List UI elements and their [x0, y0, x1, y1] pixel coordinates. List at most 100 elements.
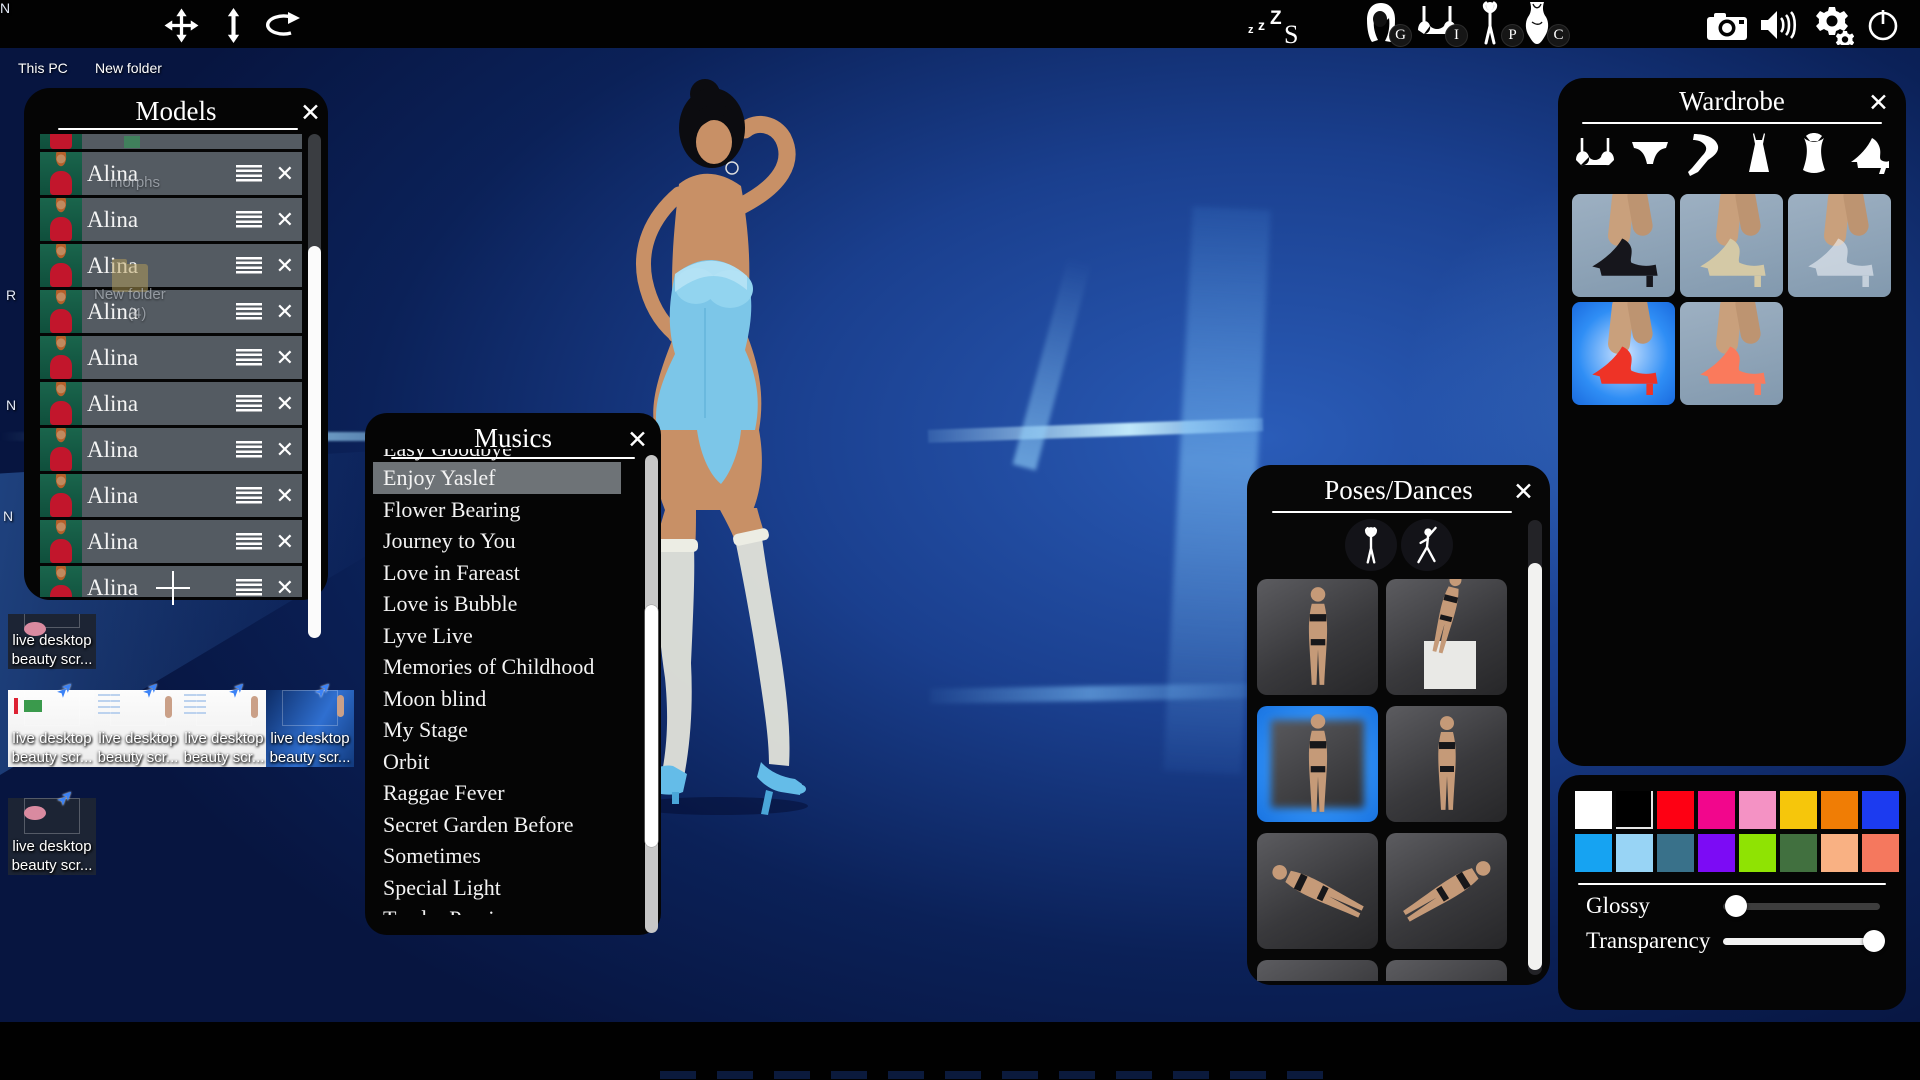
color-swatch[interactable] — [1862, 834, 1899, 872]
color-swatch[interactable] — [1739, 834, 1776, 872]
desktop-shortcut[interactable]: ➤➤ live desktopbeauty scr... — [180, 690, 268, 767]
music-track[interactable]: Flower Bearing — [373, 494, 621, 526]
pose-thumbnail[interactable] — [1386, 579, 1507, 695]
model-remove-icon[interactable]: ✕ — [276, 575, 294, 598]
shoe-thumbnail[interactable] — [1680, 302, 1783, 405]
color-swatch[interactable] — [1780, 791, 1817, 829]
color-swatch[interactable] — [1616, 791, 1653, 829]
volume-icon[interactable] — [1760, 9, 1798, 46]
musics-close-button[interactable]: ✕ — [627, 427, 648, 452]
color-swatch[interactable] — [1821, 834, 1858, 872]
color-swatch[interactable] — [1780, 834, 1817, 872]
model-remove-icon[interactable]: ✕ — [276, 437, 294, 463]
model-row[interactable]: Alina ✕ — [40, 428, 302, 471]
color-swatch[interactable] — [1698, 791, 1735, 829]
desktop-shortcut[interactable]: ➤➤ live desktopbeauty scr... — [94, 690, 182, 767]
music-track[interactable]: Lyve Live — [373, 620, 621, 652]
shoe-thumbnail[interactable] — [1572, 194, 1675, 297]
dances-tab[interactable] — [1401, 519, 1453, 571]
model-menu-icon[interactable] — [236, 441, 262, 459]
music-track[interactable]: Raggae Fever — [373, 777, 621, 809]
body-panel-button[interactable]: C — [1516, 0, 1568, 48]
music-track[interactable]: Special Light — [373, 872, 621, 904]
model-remove-icon[interactable]: ✕ — [276, 299, 294, 325]
camera-icon[interactable] — [1706, 13, 1748, 46]
panties-category-icon[interactable] — [1627, 130, 1673, 178]
color-swatch[interactable] — [1657, 834, 1694, 872]
pose-thumbnail[interactable] — [1257, 960, 1378, 981]
poses-panel-button[interactable]: P — [1470, 0, 1522, 48]
corset-category-icon[interactable] — [1791, 130, 1837, 178]
pose-thumbnail[interactable] — [1386, 833, 1507, 949]
shoe-thumbnail[interactable] — [1572, 302, 1675, 405]
poses-tab[interactable] — [1345, 519, 1397, 571]
desktop-label-this-pc[interactable]: This PC — [18, 60, 68, 76]
music-track[interactable]: Moon blind — [373, 683, 621, 715]
transparency-slider[interactable] — [1723, 938, 1880, 945]
model-remove-icon[interactable]: ✕ — [276, 207, 294, 233]
models-close-button[interactable]: ✕ — [300, 100, 321, 125]
pose-thumbnail[interactable] — [1257, 706, 1378, 822]
music-track[interactable]: Love is Bubble — [373, 588, 621, 620]
model-row[interactable]: Alina ✕ — [40, 566, 302, 597]
stockings-category-icon[interactable] — [1682, 130, 1728, 178]
model-row[interactable]: Alina ✕ — [40, 474, 302, 517]
music-track[interactable]: Memories of Childhood — [373, 651, 621, 683]
color-swatch[interactable] — [1739, 791, 1776, 829]
model-menu-icon[interactable] — [236, 165, 262, 183]
girls-panel-button[interactable]: G — [1358, 0, 1410, 48]
desktop-shortcut[interactable]: ➤➤ live desktopbeauty scr... — [8, 614, 96, 669]
scale-vertical-icon[interactable] — [224, 7, 243, 49]
model-row[interactable]: Alina ✕ — [40, 198, 302, 241]
musics-scrollbar[interactable] — [645, 455, 658, 933]
color-swatch[interactable] — [1616, 834, 1653, 872]
wardrobe-close-button[interactable]: ✕ — [1868, 90, 1889, 115]
model-row-clipped[interactable] — [40, 134, 302, 149]
music-track[interactable]: Tender Passion — [373, 903, 621, 915]
model-remove-icon[interactable]: ✕ — [276, 529, 294, 555]
music-track[interactable]: Journey to You — [373, 525, 621, 557]
color-swatch[interactable] — [1575, 834, 1612, 872]
musics-scrollbar-thumb[interactable] — [645, 605, 658, 847]
music-track[interactable]: Secret Garden Before — [373, 809, 621, 841]
color-swatch[interactable] — [1657, 791, 1694, 829]
poses-close-button[interactable]: ✕ — [1513, 479, 1534, 504]
music-track[interactable]: Orbit — [373, 746, 621, 778]
color-swatch[interactable] — [1698, 834, 1735, 872]
wardrobe-panel-button[interactable]: I — [1414, 0, 1466, 48]
move-icon[interactable] — [163, 7, 200, 49]
model-row[interactable]: Alina ✕ — [40, 290, 302, 333]
power-icon[interactable] — [1866, 8, 1900, 47]
model-menu-icon[interactable] — [236, 349, 262, 367]
model-menu-icon[interactable] — [236, 395, 262, 413]
poses-scrollbar[interactable] — [1528, 520, 1542, 975]
music-track[interactable]: Easy Goodbye — [373, 449, 621, 462]
music-track[interactable]: Sometimes — [373, 840, 621, 872]
model-menu-icon[interactable] — [236, 257, 262, 275]
color-swatch[interactable] — [1862, 791, 1899, 829]
music-track[interactable]: Love in Fareast — [373, 557, 621, 589]
bra-category-icon[interactable] — [1572, 130, 1618, 178]
model-row[interactable]: Alina ✕ — [40, 244, 302, 287]
music-track[interactable]: Enjoy Yaslef — [373, 462, 621, 494]
desktop-label-new-folder[interactable]: New folder — [95, 60, 162, 76]
model-remove-icon[interactable]: ✕ — [276, 483, 294, 509]
pose-thumbnail[interactable] — [1386, 706, 1507, 822]
desktop-shortcut[interactable]: ➤➤ live desktopbeauty scr... — [8, 798, 96, 875]
desktop-shortcut[interactable]: ➤➤ live desktopbeauty scr... — [266, 690, 354, 767]
dress-category-icon[interactable] — [1736, 130, 1782, 178]
model-menu-icon[interactable] — [236, 303, 262, 321]
transparency-slider-thumb[interactable] — [1863, 930, 1885, 952]
model-menu-icon[interactable] — [236, 487, 262, 505]
pose-thumbnail[interactable] — [1257, 833, 1378, 949]
model-row[interactable]: Alina ✕ — [40, 382, 302, 425]
model-remove-icon[interactable]: ✕ — [276, 391, 294, 417]
model-row[interactable]: Alina ✕ — [40, 336, 302, 379]
shoe-thumbnail[interactable] — [1788, 194, 1891, 297]
color-swatch[interactable] — [1575, 791, 1612, 829]
music-track[interactable]: My Stage — [373, 714, 621, 746]
heels-category-icon[interactable] — [1846, 130, 1892, 178]
glossy-slider[interactable] — [1723, 903, 1880, 910]
color-swatch[interactable] — [1821, 791, 1858, 829]
model-remove-icon[interactable]: ✕ — [276, 345, 294, 371]
